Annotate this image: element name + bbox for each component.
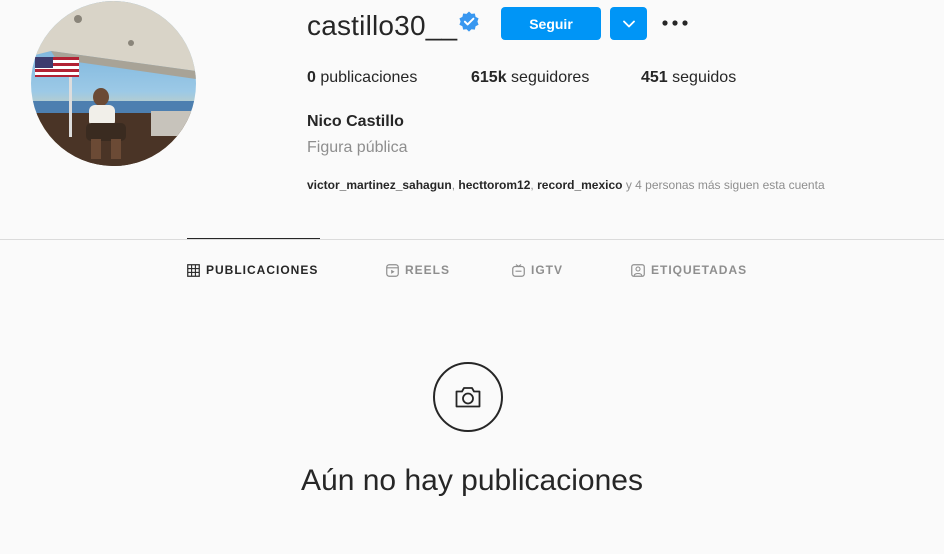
following-link[interactable]: 451 seguidos: [641, 67, 736, 89]
more-options-button[interactable]: [660, 11, 690, 35]
full-name: Nico Castillo: [307, 113, 404, 130]
igtv-icon: [512, 263, 525, 277]
tab-label: REELS: [405, 263, 451, 277]
posts-count-value: 0: [307, 69, 316, 86]
tab-reels[interactable]: REELS: [386, 262, 450, 278]
avatar[interactable]: [31, 1, 196, 166]
followers-link[interactable]: 615k seguidores: [471, 67, 589, 89]
tagged-icon: [631, 263, 645, 277]
posts-count: 0 publicaciones: [307, 67, 417, 89]
empty-state-circle: [433, 362, 503, 432]
tab-etiquetadas[interactable]: ETIQUETADAS: [631, 262, 747, 278]
camera-icon: [455, 387, 481, 408]
profile-category: Figura pública: [307, 139, 408, 156]
following-count-label: seguidos: [672, 69, 737, 86]
tab-publicaciones[interactable]: PUBLICACIONES: [187, 262, 318, 278]
chevron-down-icon: [622, 20, 635, 27]
tab-igtv[interactable]: IGTV: [512, 262, 563, 278]
grid-icon: [187, 263, 200, 277]
empty-state-message: Aún no hay publicaciones: [301, 464, 643, 497]
profile-photo: [31, 1, 196, 166]
active-tab-indicator: [187, 238, 320, 239]
follower-link[interactable]: hecttorom12: [458, 178, 530, 192]
tab-label: IGTV: [531, 263, 564, 277]
followers-count-value: 615k: [471, 69, 507, 86]
more-dots-icon: [662, 20, 688, 26]
followed-by-suffix: y 4 personas más siguen esta cuenta: [625, 178, 825, 192]
reels-icon: [386, 263, 399, 277]
suggestions-dropdown-button[interactable]: [610, 7, 647, 40]
tab-label: PUBLICACIONES: [206, 263, 319, 277]
verified-badge-icon: [459, 11, 479, 32]
username: castillo30__: [307, 10, 458, 41]
posts-count-label: publicaciones: [320, 69, 418, 86]
follower-link[interactable]: record_mexico: [537, 178, 622, 192]
following-count-value: 451: [641, 69, 668, 86]
followed-by[interactable]: victor_martinez_sahagun, hecttorom12, re…: [307, 177, 825, 193]
tabs-divider: [0, 239, 944, 240]
follow-button[interactable]: Seguir: [501, 7, 601, 40]
tab-label: ETIQUETADAS: [651, 263, 748, 277]
follower-link[interactable]: victor_martinez_sahagun: [307, 178, 452, 192]
followers-count-label: seguidores: [511, 69, 590, 86]
